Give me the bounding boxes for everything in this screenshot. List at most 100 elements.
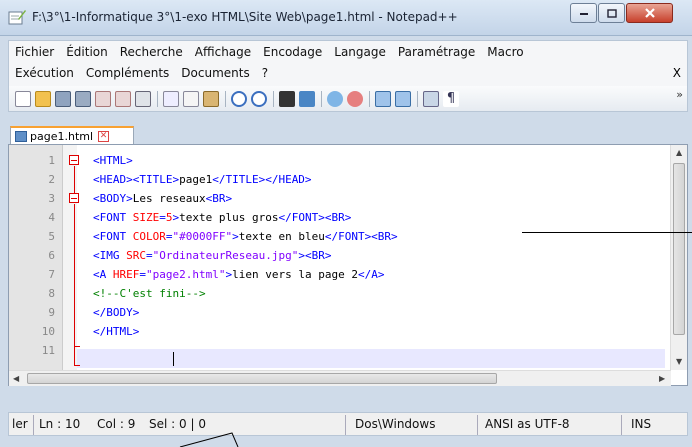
code-token: = <box>146 249 153 262</box>
line-number: 8 <box>48 287 55 300</box>
minimize-button[interactable] <box>570 3 597 23</box>
code-token: <IMG <box>93 249 127 262</box>
code-token: SRC <box>126 249 146 262</box>
code-token: <!--C'est fini--> <box>93 287 206 300</box>
sync-horizontal-icon[interactable] <box>395 91 411 107</box>
tab-page1[interactable]: page1.html ✕ <box>10 126 134 145</box>
status-separator <box>345 415 346 435</box>
menu-row-2: Exécution Compléments Documents ? <box>15 66 280 86</box>
replace-icon[interactable] <box>299 91 315 107</box>
undo-icon[interactable] <box>231 91 247 107</box>
save-all-icon[interactable] <box>75 91 91 107</box>
menu-langage[interactable]: Langage <box>334 45 386 65</box>
scroll-right-icon[interactable]: ▶ <box>659 374 665 383</box>
close-file-icon[interactable] <box>95 91 111 107</box>
status-separator <box>477 415 478 435</box>
code-token: "OrdinateurReseau.jpg" <box>152 249 299 262</box>
menu-affichage[interactable]: Affichage <box>195 45 251 65</box>
code-token: = <box>165 230 173 243</box>
maximize-button[interactable] <box>598 3 625 23</box>
sync-vertical-icon[interactable] <box>375 91 391 107</box>
menu-execution[interactable]: Exécution <box>15 66 74 86</box>
status-selection: Sel : 0 | 0 <box>149 417 206 431</box>
code-token: </A> <box>357 268 385 281</box>
status-encoding: ANSI as UTF-8 <box>485 417 570 431</box>
print-icon[interactable] <box>135 91 151 107</box>
menu-documents[interactable]: Documents <box>181 66 249 86</box>
code-token: Les reseaux <box>132 192 206 205</box>
find-icon[interactable] <box>279 91 295 107</box>
redo-icon[interactable] <box>251 91 267 107</box>
toolbar-separator <box>157 91 158 107</box>
close-document-button[interactable]: X <box>673 66 681 80</box>
horizontal-scrollbar[interactable]: ◀ ▶ <box>9 370 671 386</box>
menu-fichier[interactable]: Fichier <box>15 45 54 65</box>
copy-icon[interactable] <box>183 91 199 107</box>
code-token: <HEAD><TITLE> <box>93 173 180 186</box>
toolbar-separator <box>225 91 226 107</box>
fold-line <box>74 204 75 365</box>
code-line: <IMG SRC="OrdinateurReseau.jpg"><BR> <box>93 246 331 265</box>
code-token: SIZE <box>132 211 160 224</box>
code-token: </TITLE></HEAD> <box>212 173 312 186</box>
code-token: <A <box>93 268 113 281</box>
line-number-gutter: 1 2 3 4 5 6 7 8 9 10 11 <box>9 145 63 370</box>
line-number: 10 <box>41 325 55 338</box>
menu-parametrage[interactable]: Paramétrage <box>398 45 475 65</box>
save-icon[interactable] <box>55 91 71 107</box>
code-token: </HTML> <box>93 325 146 338</box>
current-line-highlight <box>77 349 665 368</box>
zoom-in-icon[interactable] <box>327 91 343 107</box>
vertical-scrollbar[interactable]: ▲ ▼ <box>670 145 687 370</box>
text-caret <box>173 352 174 366</box>
zoom-out-icon[interactable] <box>347 91 363 107</box>
paste-icon[interactable] <box>203 91 219 107</box>
line-number: 3 <box>48 192 55 205</box>
line-number: 1 <box>48 154 55 167</box>
scroll-down-icon[interactable]: ▼ <box>676 357 682 366</box>
scroll-left-icon[interactable]: ◀ <box>13 374 19 383</box>
scroll-up-icon[interactable]: ▲ <box>676 148 682 157</box>
code-token: "#0000FF" <box>172 230 233 243</box>
code-line: <FONT SIZE=5>texte plus gros</FONT><BR> <box>93 208 351 227</box>
vertical-scroll-thumb[interactable] <box>673 163 685 335</box>
menu-recherche[interactable]: Recherche <box>120 45 183 65</box>
code-token: texte en bleu <box>238 230 325 243</box>
close-all-icon[interactable] <box>115 91 131 107</box>
code-line: <FONT COLOR="#0000FF">texte en bleu</FON… <box>93 227 398 246</box>
toolbar-separator <box>273 91 274 107</box>
status-line: Ln : 10 <box>39 417 81 431</box>
open-file-icon[interactable] <box>35 91 51 107</box>
menu-macro[interactable]: Macro <box>487 45 523 65</box>
line-number: 2 <box>48 173 55 186</box>
editor-area[interactable]: 1 2 3 4 5 6 7 8 9 10 11 <HTML> <HEAD><TI… <box>8 144 688 386</box>
word-wrap-icon[interactable] <box>423 91 439 107</box>
menu-edition[interactable]: Édition <box>66 45 108 65</box>
annotation-pointer-line <box>522 232 692 233</box>
new-file-icon[interactable] <box>15 91 31 107</box>
status-separator <box>33 415 34 435</box>
close-button[interactable] <box>626 3 673 23</box>
menu-encodage[interactable]: Encodage <box>263 45 322 65</box>
status-eol-format: Dos\Windows <box>355 417 436 431</box>
menu-help[interactable]: ? <box>262 66 268 86</box>
code-token: lien vers la page 2 <box>232 268 358 281</box>
line-number: 11 <box>41 344 55 357</box>
toolbar-overflow-button[interactable]: » <box>676 88 683 101</box>
horizontal-scroll-thumb[interactable] <box>27 373 497 384</box>
code-line: <BODY>Les reseaux<BR> <box>93 189 232 208</box>
show-all-chars-icon[interactable]: ¶ <box>443 91 459 107</box>
tab-label: page1.html <box>30 130 94 143</box>
code-token: ><BR> <box>298 249 332 262</box>
close-icon <box>644 8 655 18</box>
fold-collapse-icon[interactable] <box>69 155 79 165</box>
tab-bar: page1.html ✕ <box>8 120 688 145</box>
code-token: <BODY> <box>93 192 133 205</box>
code-token: <FONT <box>93 230 133 243</box>
fold-collapse-icon[interactable] <box>69 193 79 203</box>
tab-close-icon[interactable]: ✕ <box>98 131 110 142</box>
cut-icon[interactable] <box>163 91 179 107</box>
menu-row-1: Fichier Édition Recherche Affichage Enco… <box>15 45 536 65</box>
window-title: F:\3°\1-Informatique 3°\1-exo HTML\Site … <box>32 10 458 24</box>
menu-complements[interactable]: Compléments <box>86 66 169 86</box>
